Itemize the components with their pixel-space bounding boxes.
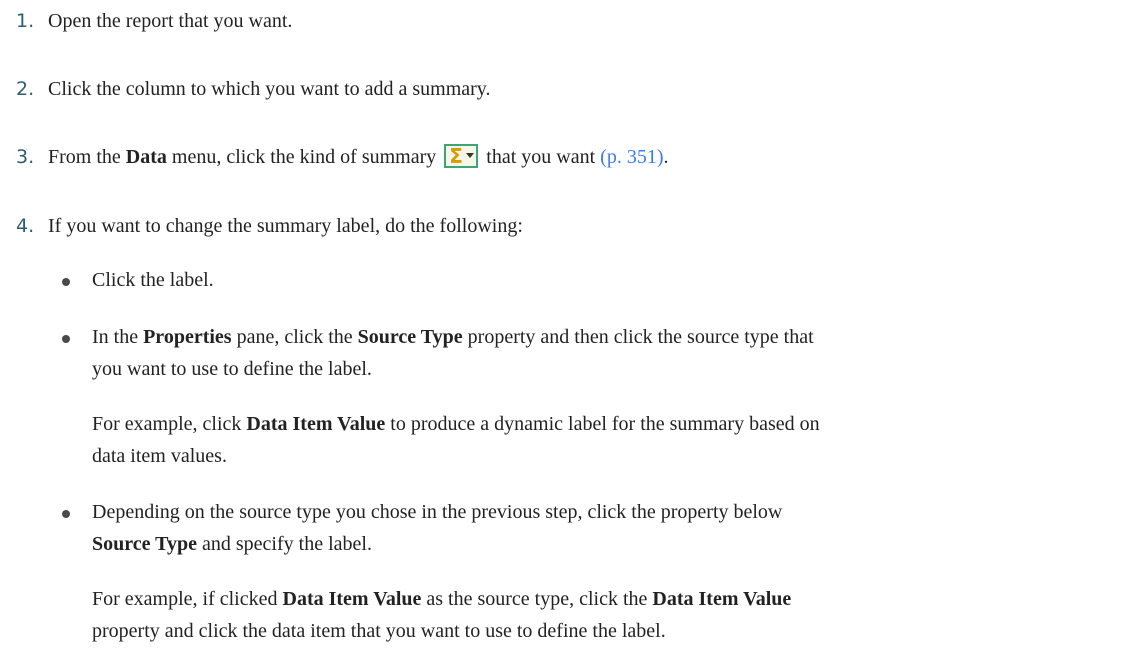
menu-name-data: Data [125, 146, 167, 168]
step-number: 2. [16, 78, 35, 100]
property-name-source-type: Source Type [357, 326, 463, 348]
bullet-dot [62, 335, 70, 343]
example-paragraph-1: For example, click Data Item Value to pr… [92, 413, 820, 435]
step-3: 3. From the Data menu, click the kind of … [16, 142, 668, 173]
step-number: 1. [16, 10, 35, 32]
step-text: If you want to change the summary label,… [48, 215, 523, 237]
bullet-text: Depending on the source type you chose i… [92, 501, 783, 523]
step-1: 1. Open the report that you want. [16, 6, 292, 37]
step-text: Click the column to which you want to ad… [48, 78, 491, 100]
step-text: menu, click the kind of summary [166, 146, 437, 168]
step-2: 2. Click the column to which you want to … [16, 74, 491, 105]
bullet-text-line2: Source Type and specify the label. [92, 533, 372, 555]
page-reference-link[interactable]: (p. 351) [600, 146, 663, 168]
example-paragraph-1-line2: data item values. [92, 445, 227, 467]
summarize-icon[interactable]: Σ [444, 144, 479, 168]
bullet-text: In the Properties pane, click the Source… [92, 326, 814, 348]
bullet-dot [62, 278, 70, 286]
step-text: From the [48, 146, 126, 168]
step-text: Open the report that you want. [48, 10, 293, 32]
document-page: 1. Open the report that you want. 2. Click… [0, 0, 1143, 666]
bullet-text: Click the label. [92, 269, 214, 291]
value-data-item-value: Data Item Value [246, 413, 386, 435]
bullet-text-line2: you want to use to define the label. [92, 358, 372, 380]
pane-name-properties: Properties [143, 326, 232, 348]
example-paragraph-2-line2: property and click the data item that yo… [92, 620, 666, 642]
step-number: 4. [16, 215, 35, 237]
bullet-dot [62, 510, 70, 518]
step-number: 3. [16, 146, 35, 168]
example-paragraph-2: For example, if clicked Data Item Value … [92, 588, 792, 610]
step-text: that you want [486, 146, 601, 168]
step-4: 4. If you want to change the summary labe… [16, 211, 523, 242]
